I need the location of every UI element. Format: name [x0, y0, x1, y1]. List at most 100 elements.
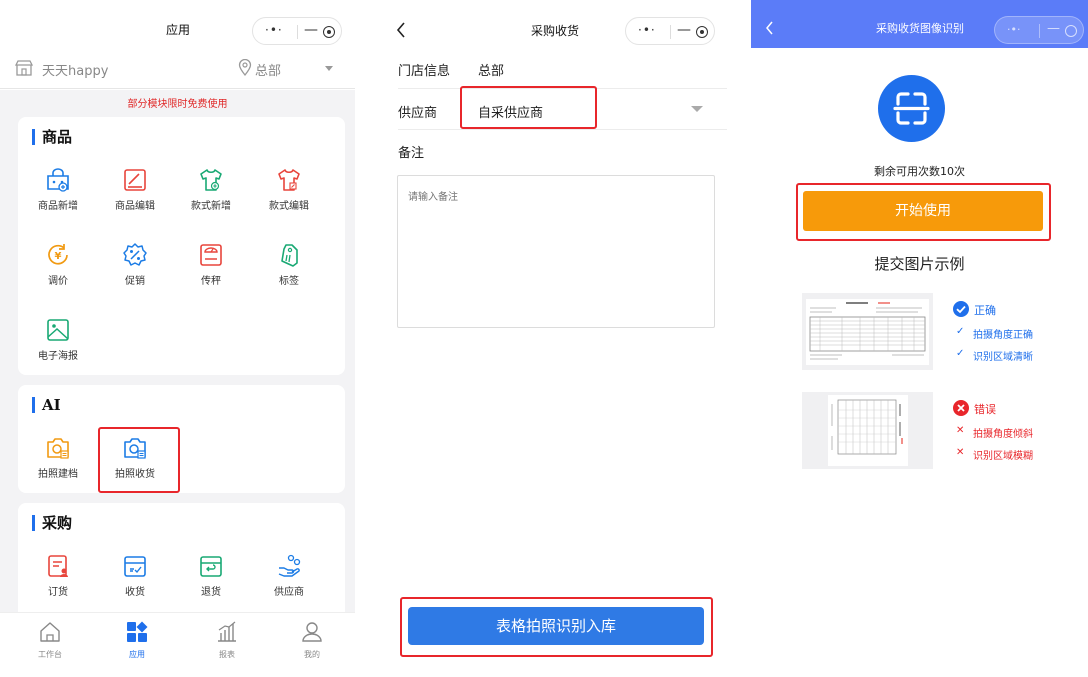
menu-item-label: 商品新增: [38, 201, 78, 212]
remark-label: 备注: [398, 146, 425, 161]
wrong-point-text: 识别区域模糊: [973, 451, 1033, 462]
tab-workbench[interactable]: 工作台: [20, 621, 80, 660]
goods-edit-icon: [124, 169, 146, 191]
remark-textarea[interactable]: [397, 175, 715, 328]
menu-item-receive[interactable]: 收货: [100, 553, 170, 598]
menu-item-label: 款式编辑: [269, 201, 309, 212]
store-name: 天天happy: [42, 64, 109, 79]
menu-item-style-add[interactable]: 款式新增: [176, 167, 246, 212]
scale-icon: [200, 244, 222, 266]
menu-item-style-edit[interactable]: 款式编辑: [254, 167, 324, 212]
back-arrow-icon[interactable]: [765, 21, 775, 35]
close-miniapp-icon[interactable]: [1065, 25, 1077, 37]
supplier-label: 供应商: [398, 106, 438, 121]
highlight-submit: [400, 597, 713, 657]
more-icon[interactable]: ·•·: [1007, 23, 1020, 36]
highlight-start: [796, 183, 1051, 241]
highlight-photo-receive: [98, 427, 180, 493]
minimize-icon[interactable]: —: [677, 22, 691, 38]
store-icon: [14, 60, 34, 76]
menu-item-supplier[interactable]: 供应商: [254, 553, 324, 598]
shirt-add-icon: [200, 169, 222, 191]
correct-point-text: 拍摄角度正确: [973, 330, 1033, 341]
ai-card: AI 拍照建档 拍照收货: [18, 385, 345, 493]
remaining-count: 剩余可用次数10次: [874, 165, 965, 178]
section-title-ai: AI: [32, 397, 61, 413]
wrong-point: ✕: [956, 447, 965, 458]
cross-circle-icon: [953, 400, 969, 416]
capsule-menu[interactable]: ·•· —: [994, 16, 1084, 44]
menu-item-label: 调价: [48, 276, 68, 287]
scan-frame-icon: [878, 75, 945, 142]
menu-item-promotion[interactable]: 促销: [100, 242, 170, 287]
home-icon: [40, 622, 60, 642]
correct-example-image: [802, 293, 933, 370]
wrong-point-text: 拍摄角度倾斜: [973, 429, 1033, 440]
order-doc-icon: [48, 555, 68, 577]
tab-apps[interactable]: 应用: [107, 621, 167, 660]
location-label: 总部: [255, 64, 282, 79]
correct-heading: 正确: [974, 304, 996, 317]
menu-item-label: 电子海报: [38, 351, 78, 362]
close-miniapp-icon[interactable]: [696, 26, 708, 38]
capsule-menu[interactable]: ·•· —: [625, 17, 715, 45]
back-arrow-icon[interactable]: [396, 22, 406, 38]
store-info-value: 总部: [478, 64, 505, 79]
page-title: 采购收货图像识别: [876, 22, 964, 35]
menu-item-label: 促销: [125, 276, 145, 287]
menu-item-photo-archive[interactable]: 拍照建档: [23, 435, 93, 480]
example-title: 提交图片示例: [874, 255, 965, 273]
promotion-badge-icon: [123, 243, 147, 266]
capsule-menu[interactable]: ·•· —: [252, 17, 342, 45]
store-info-label: 门店信息: [398, 64, 451, 79]
menu-item-goods-add[interactable]: 商品新增: [23, 167, 93, 212]
check-circle-icon: [953, 301, 969, 317]
menu-item-label: 款式新增: [191, 201, 231, 212]
receive-box-icon: [124, 556, 146, 577]
menu-item-label: 传秤: [201, 276, 221, 287]
menu-item-label: 订货: [48, 587, 68, 598]
location-pin-icon: [238, 59, 252, 77]
minimize-icon[interactable]: —: [304, 22, 318, 38]
tab-mine[interactable]: 我的: [282, 621, 342, 660]
triangle-down-icon: [691, 106, 703, 112]
menu-item-order[interactable]: 订货: [23, 553, 93, 598]
menu-item-label-tag[interactable]: 标签: [254, 242, 324, 287]
supplier-hand-icon: [278, 554, 301, 577]
svg-text:¥: ¥: [55, 251, 62, 262]
tab-label: 应用: [129, 650, 145, 659]
close-miniapp-icon[interactable]: [323, 26, 335, 38]
wrong-example-image: [802, 392, 933, 469]
menu-item-price-adjust[interactable]: ¥ 调价: [23, 242, 93, 287]
correct-point-text: 识别区域清晰: [973, 352, 1033, 363]
store-row[interactable]: 天天happy 总部: [0, 54, 355, 84]
minimize-icon[interactable]: —: [1047, 21, 1060, 36]
page-title: 应用: [166, 23, 191, 37]
poster-image-icon: [47, 319, 69, 341]
menu-item-label: 商品编辑: [115, 201, 155, 212]
menu-item-label: 标签: [279, 276, 299, 287]
menu-item-label: 收货: [125, 587, 145, 598]
section-title-purchase: 采购: [32, 515, 72, 531]
page-title: 采购收货: [531, 24, 580, 38]
menu-item-scale-transfer[interactable]: 传秤: [176, 242, 246, 287]
bar-chart-icon: [218, 621, 236, 642]
app-panel: 应用 ·•· — 天天happy 总部 部分模块限时免费使用 商品 商品新增 商…: [0, 0, 355, 677]
tab-reports[interactable]: 报表: [197, 621, 257, 660]
wrong-heading: 错误: [974, 403, 996, 416]
menu-item-goods-edit[interactable]: 商品编辑: [100, 167, 170, 212]
tab-label: 报表: [219, 650, 235, 659]
tab-label: 工作台: [38, 650, 62, 659]
more-icon[interactable]: ·•·: [638, 23, 656, 37]
more-icon[interactable]: ·•·: [265, 23, 283, 37]
camera-archive-icon: [47, 438, 69, 459]
goods-card: 商品 商品新增 商品编辑 款式新增 款式编辑 ¥ 调价 促销 传秤 标签 电子海…: [18, 117, 345, 375]
shirt-edit-icon: [278, 169, 300, 191]
menu-item-return[interactable]: 退货: [176, 553, 246, 598]
user-icon: [302, 622, 322, 642]
purchase-card: 采购 订货 收货 退货 供应商: [18, 503, 345, 621]
menu-item-e-poster[interactable]: 电子海报: [23, 317, 93, 362]
triangle-down-icon: [325, 66, 333, 71]
wrong-point: ✕: [956, 425, 965, 436]
menu-item-label: 退货: [201, 587, 221, 598]
